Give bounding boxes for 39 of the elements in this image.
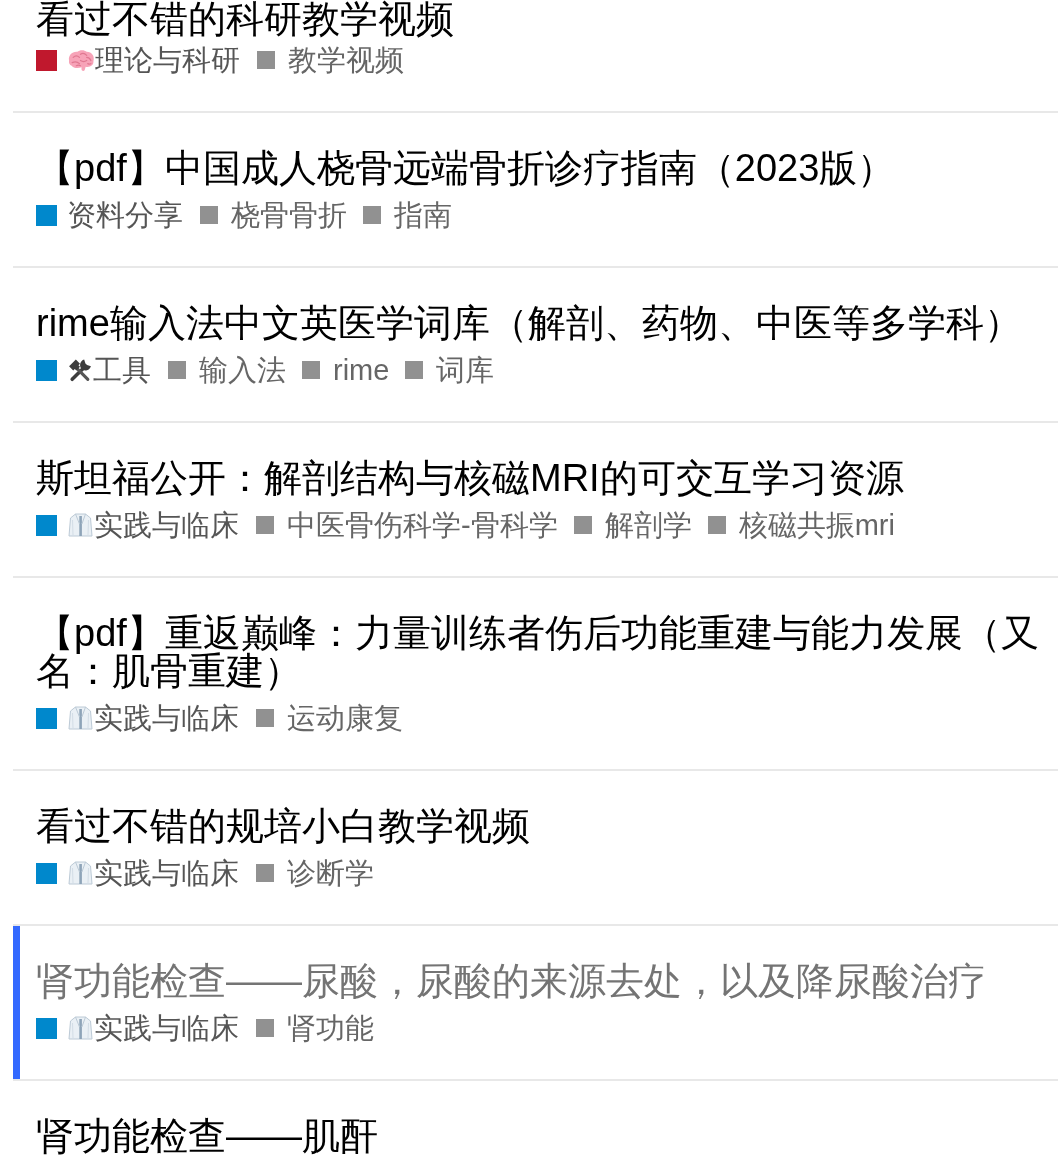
- category-link[interactable]: 实践与临床: [94, 506, 239, 544]
- tag-swatch-icon: [256, 516, 274, 534]
- tag-link[interactable]: rime: [333, 351, 390, 389]
- topic-title-link[interactable]: 斯坦福公开：解剖结构与核磁MRI的可交互学习资源: [36, 459, 1058, 497]
- tag-link[interactable]: 诊断学: [287, 854, 374, 892]
- tag-link[interactable]: 词库: [436, 351, 495, 389]
- tag-link[interactable]: 肾功能: [287, 1009, 374, 1047]
- tag-link[interactable]: 中医骨伤科学-骨科学: [287, 506, 558, 544]
- tag-swatch-icon: [256, 864, 274, 882]
- tag-swatch-icon: [256, 709, 274, 727]
- tag-link[interactable]: 解剖学: [604, 506, 692, 544]
- topic-title-link[interactable]: 【pdf】中国成人桡骨远端骨折诊疗指南（2023版）: [36, 149, 1058, 187]
- tag-swatch-icon: [257, 51, 275, 69]
- tag-swatch-icon: [256, 1019, 274, 1037]
- category-link[interactable]: 理论与科研: [95, 41, 240, 79]
- tag-swatch-icon: [200, 206, 218, 224]
- tag-link[interactable]: 核磁共振mri: [738, 506, 895, 544]
- category-link[interactable]: 资料分享: [67, 196, 183, 234]
- tag-swatch-icon: [573, 516, 592, 534]
- topic-title-link[interactable]: 看过不错的科研教学视频: [36, 0, 1058, 38]
- tag-link[interactable]: 输入法: [199, 351, 286, 389]
- tag-swatch-icon: [168, 361, 186, 379]
- topic-title-link[interactable]: 肾功能检查——尿酸，尿酸的来源去处，以及降尿酸治疗: [36, 962, 1058, 1000]
- tag-swatch-icon: [707, 516, 726, 534]
- tag-link[interactable]: 指南: [394, 196, 452, 234]
- topic-title-link[interactable]: rime输入法中文英医学词库（解剖、药物、中医等多学科）: [36, 304, 1058, 342]
- topic-title-link[interactable]: 看过不错的规培小白教学视频: [36, 807, 1058, 845]
- tag-swatch-icon: [302, 361, 320, 379]
- tag-link[interactable]: 桡骨骨折: [231, 196, 347, 234]
- topic-title-link[interactable]: 【pdf】重返巅峰：力量训练者伤后功能重建与能力发展（又名：肌骨重建）: [36, 614, 1058, 690]
- category-link[interactable]: 实践与临床: [94, 699, 239, 737]
- category-link[interactable]: 实践与临床: [94, 854, 239, 892]
- tag-link[interactable]: 运动康复: [287, 699, 403, 737]
- tag-swatch-icon: [363, 206, 381, 224]
- topic-title-link[interactable]: 肾功能检查——肌酐: [36, 1117, 1058, 1155]
- tag-swatch-icon: [405, 361, 424, 379]
- category-link[interactable]: 实践与临床: [94, 1009, 239, 1047]
- tag-link[interactable]: 教学视频: [288, 41, 404, 79]
- category-link[interactable]: 工具: [93, 351, 151, 389]
